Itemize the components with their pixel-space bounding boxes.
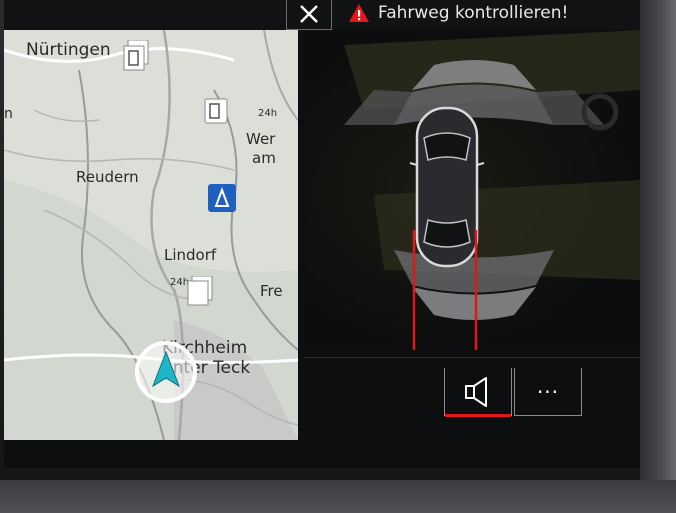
fuel-pump-icon[interactable] <box>186 276 214 306</box>
close-icon <box>300 5 318 23</box>
parking-sensor-view <box>304 30 640 350</box>
parking-visualization <box>344 30 640 350</box>
parking-icon[interactable] <box>208 184 236 212</box>
speaker-icon <box>465 376 487 407</box>
navigation-map[interactable]: Nürtingen n Reudern Lindorf Wer am Fre K… <box>4 30 298 440</box>
map-label-wer: Wer <box>246 130 276 148</box>
navigation-arrow-icon <box>135 341 197 403</box>
bezel-right-edge <box>640 0 676 513</box>
map-label-reudern: Reudern <box>76 168 139 186</box>
warning-text: Fahrweg kontrollieren! <box>378 3 569 23</box>
badge-24h-top: 24h <box>258 108 278 119</box>
map-label-nuertingen: Nürtingen <box>26 40 111 60</box>
sound-button[interactable] <box>444 368 512 416</box>
more-button[interactable]: ··· <box>514 368 582 416</box>
warning-banner: Fahrweg kontrollieren! <box>348 0 568 26</box>
car-top-view-icon <box>409 106 485 268</box>
warning-triangle-icon <box>349 4 369 22</box>
infotainment-screen: Fahrweg kontrollieren! Nürtingen n Reude… <box>4 0 640 468</box>
more-label: ··· <box>536 379 560 404</box>
control-divider <box>304 357 640 358</box>
dashboard-trim <box>0 480 676 513</box>
sound-active-indicator <box>445 414 511 417</box>
map-label-fre: Fre <box>260 282 283 300</box>
fuel-pump-icon[interactable] <box>122 40 150 72</box>
map-label-edge: n <box>4 106 13 122</box>
close-button[interactable] <box>286 0 332 30</box>
map-label-am: am <box>252 149 276 167</box>
fuel-pump-icon[interactable] <box>204 98 228 124</box>
map-label-lindorf: Lindorf <box>164 246 217 264</box>
